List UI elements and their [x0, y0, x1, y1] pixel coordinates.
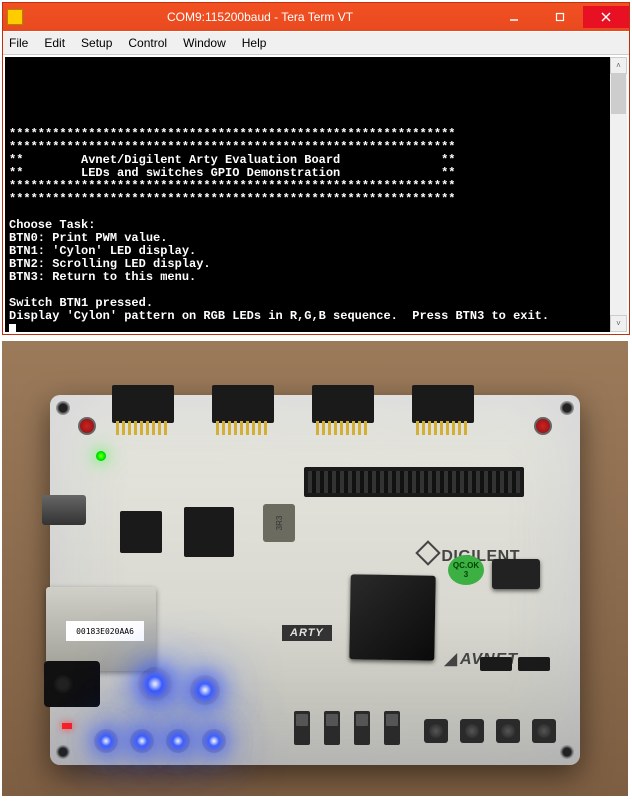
- prog-button: [534, 417, 552, 435]
- chip: [120, 511, 162, 553]
- minimize-button[interactable]: [491, 6, 537, 28]
- menu-help[interactable]: Help: [242, 36, 267, 50]
- scroll-up-button[interactable]: ˄: [610, 57, 627, 74]
- rgb-led: [138, 667, 172, 701]
- user-led: [202, 729, 226, 753]
- window-controls: [491, 6, 629, 28]
- scrollbar[interactable]: ˄ ˅: [610, 57, 627, 332]
- menu-edit[interactable]: Edit: [44, 36, 65, 50]
- window-title: COM9:115200baud - Tera Term VT: [29, 10, 491, 24]
- pmod-connector: [112, 385, 174, 423]
- fpga-chip: [349, 574, 435, 660]
- done-led: [96, 451, 106, 461]
- arty-logo: ARTY: [282, 625, 332, 641]
- push-buttons: [424, 719, 556, 743]
- scroll-thumb[interactable]: [611, 74, 626, 114]
- teraterm-window: COM9:115200baud - Tera Term VT File Edit…: [2, 2, 630, 335]
- power-led: [62, 723, 72, 729]
- user-led: [130, 729, 154, 753]
- mac-address-label: 00183E020AA6: [66, 621, 144, 641]
- maximize-button[interactable]: [537, 6, 583, 28]
- close-button[interactable]: [583, 6, 629, 28]
- menubar: File Edit Setup Control Window Help: [3, 31, 629, 55]
- qc-label: QC.OK: [453, 561, 479, 570]
- menu-file[interactable]: File: [9, 36, 28, 50]
- pmod-connector: [412, 385, 474, 423]
- mount-hole: [560, 745, 574, 759]
- push-button: [460, 719, 484, 743]
- terminal-container: ****************************************…: [3, 55, 629, 334]
- mount-hole: [56, 401, 70, 415]
- arty-board: 3R3 DIGILENT QC.OK 3 00183E020AA6 ARTY A…: [50, 395, 580, 765]
- board-photo: 3R3 DIGILENT QC.OK 3 00183E020AA6 ARTY A…: [2, 341, 628, 796]
- titlebar[interactable]: COM9:115200baud - Tera Term VT: [3, 3, 629, 31]
- inductor: 3R3: [263, 504, 295, 542]
- menu-control[interactable]: Control: [128, 36, 167, 50]
- chip: [184, 507, 234, 557]
- dip-switches: [294, 711, 400, 745]
- push-button: [532, 719, 556, 743]
- jumper-block: [480, 657, 550, 671]
- push-button: [424, 719, 448, 743]
- qc-sticker: QC.OK 3: [448, 555, 484, 585]
- arduino-header: [304, 467, 524, 497]
- pmod-connector: [212, 385, 274, 423]
- power-jack: [44, 661, 100, 707]
- switch: [324, 711, 340, 745]
- reset-button: [78, 417, 96, 435]
- user-led: [166, 729, 190, 753]
- mount-hole: [56, 745, 70, 759]
- scroll-track[interactable]: [610, 74, 627, 315]
- pmod-connector: [312, 385, 374, 423]
- push-button: [496, 719, 520, 743]
- mount-hole: [560, 401, 574, 415]
- qc-number: 3: [464, 570, 468, 579]
- terminal-output[interactable]: ****************************************…: [5, 57, 610, 332]
- memory-chip: [492, 559, 540, 589]
- scroll-down-button[interactable]: ˅: [610, 315, 627, 332]
- switch: [294, 711, 310, 745]
- usb-port: [42, 495, 86, 525]
- switch: [354, 711, 370, 745]
- menu-window[interactable]: Window: [183, 36, 226, 50]
- rgb-led: [190, 675, 220, 705]
- app-icon: [7, 9, 23, 25]
- menu-setup[interactable]: Setup: [81, 36, 112, 50]
- switch: [384, 711, 400, 745]
- user-led: [94, 729, 118, 753]
